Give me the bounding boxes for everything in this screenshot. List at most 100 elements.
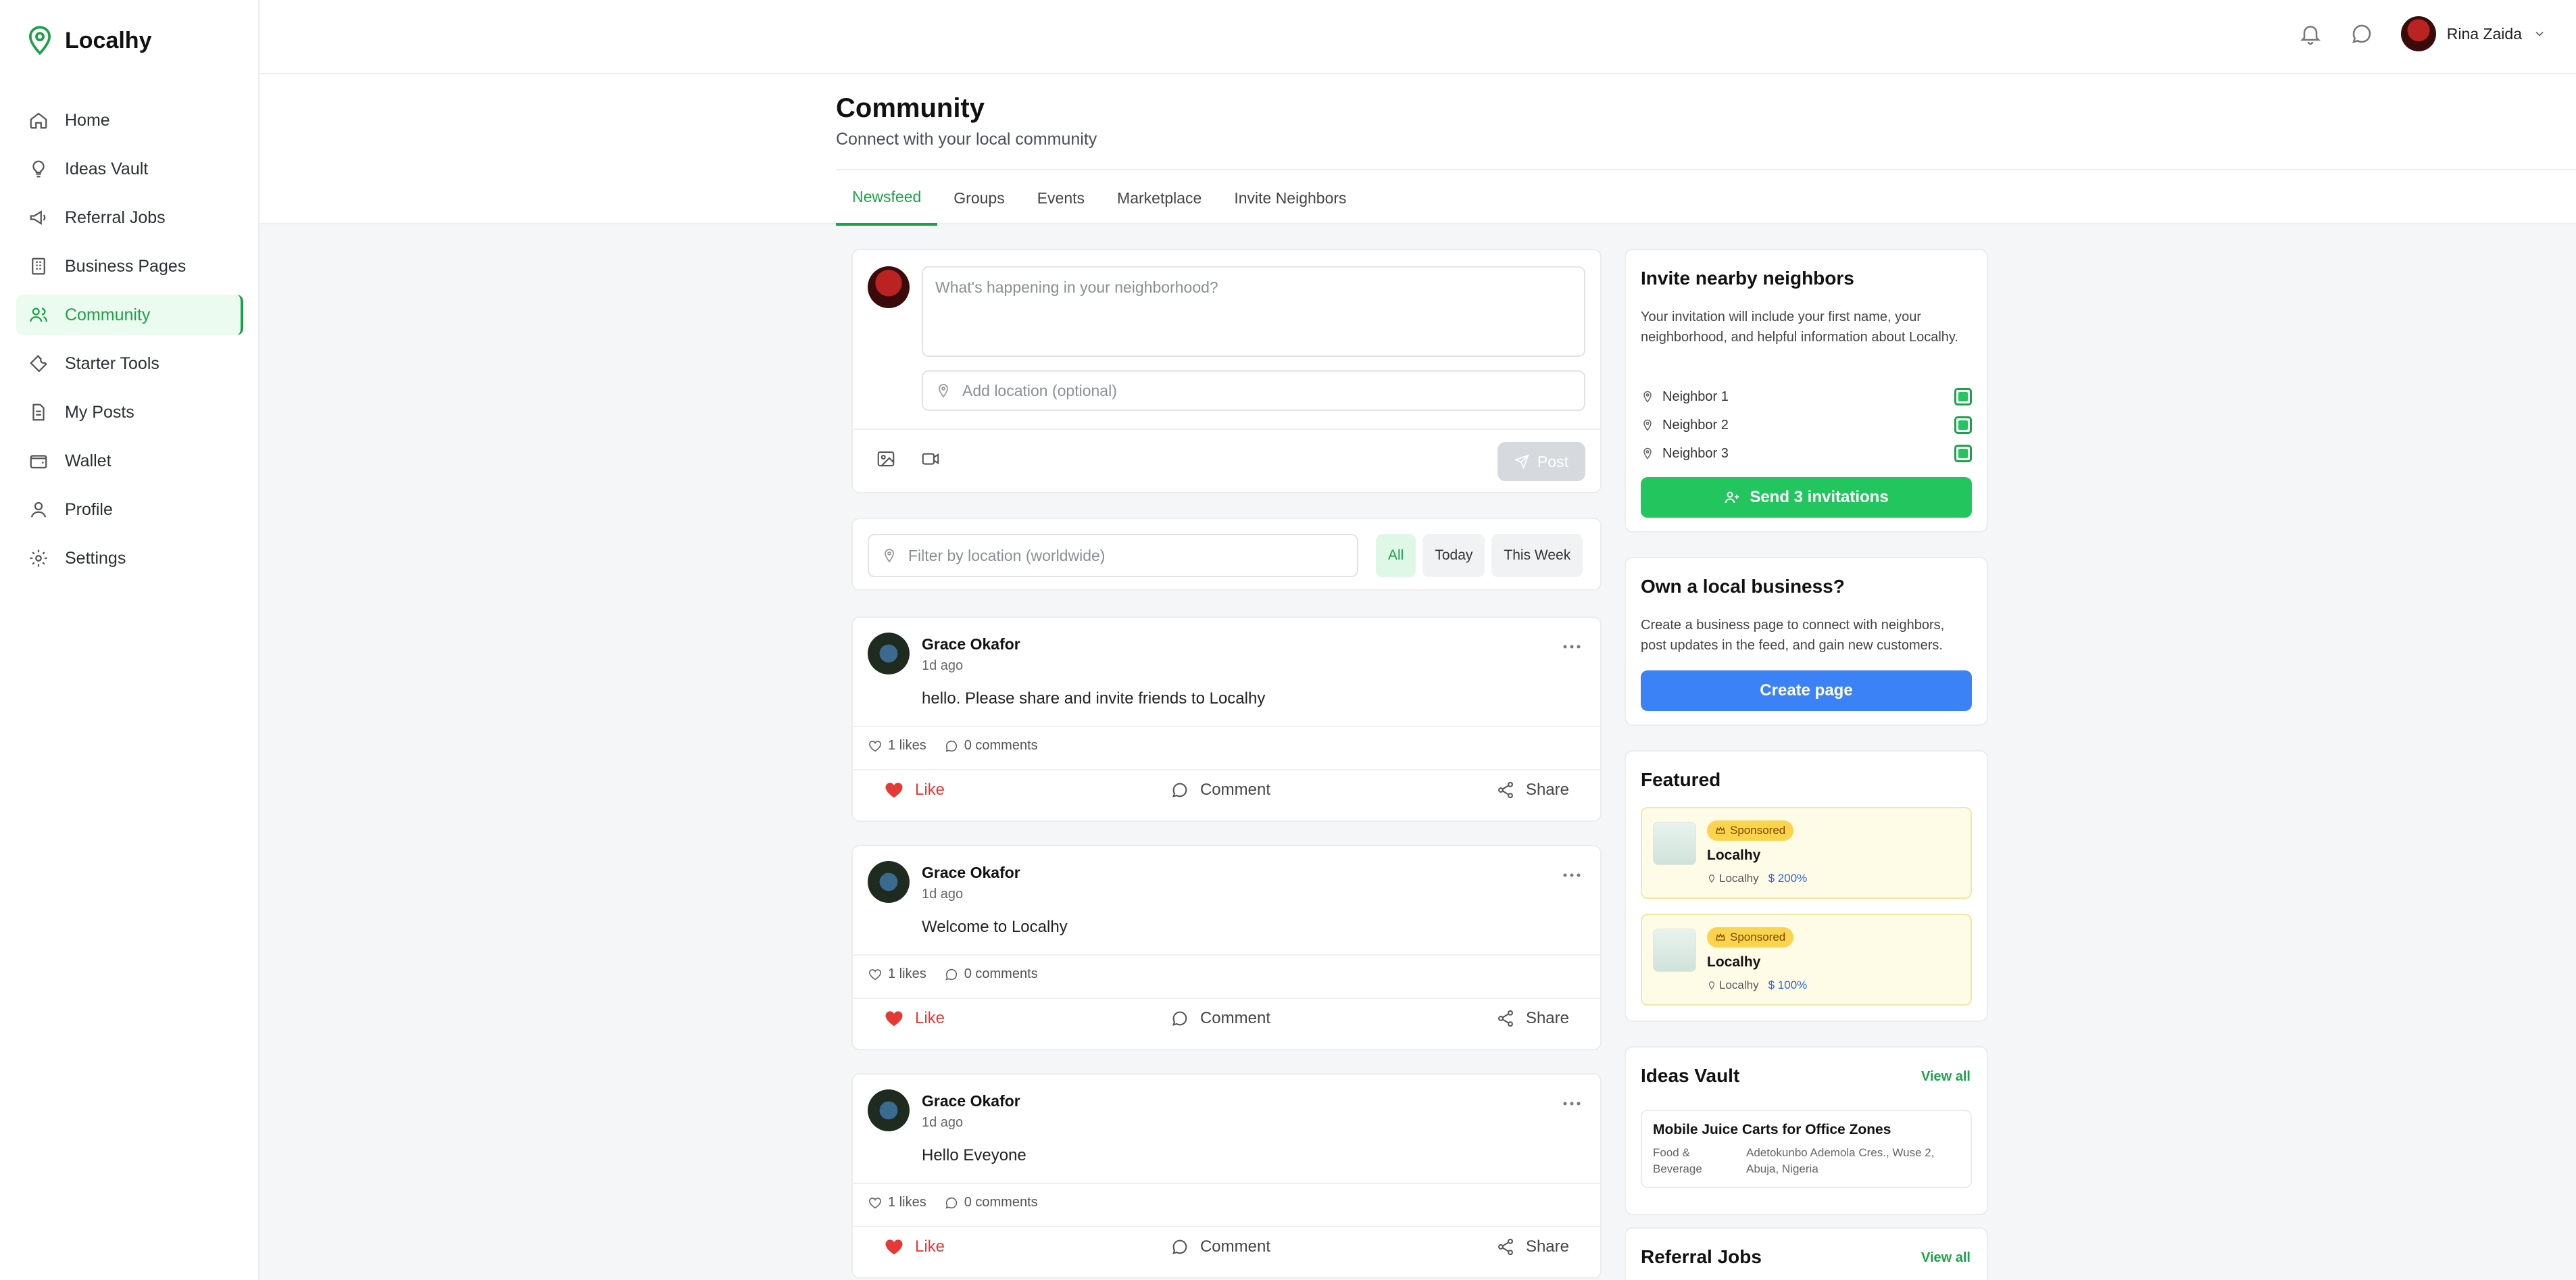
idea-item[interactable]: Mobile Juice Carts for Office Zones Food… bbox=[1641, 1110, 1972, 1188]
featured-item[interactable]: Sponsored Localhy Localhy $ 200% bbox=[1641, 807, 1972, 899]
sidebar-item-referral-jobs[interactable]: Referral Jobs bbox=[16, 197, 243, 238]
list-item[interactable]: Neighbor 2 bbox=[1641, 411, 1972, 439]
list-item[interactable]: Neighbor 1 bbox=[1641, 383, 1972, 411]
send-icon bbox=[1514, 454, 1529, 469]
view-all-link[interactable]: View all bbox=[1921, 1069, 1971, 1085]
chevron-down-icon bbox=[2535, 31, 2544, 36]
sidebar-item-label: Profile bbox=[65, 499, 113, 519]
card-title: Referral Jobs bbox=[1641, 1246, 1762, 1267]
comments-count-label: 0 comments bbox=[964, 738, 1038, 753]
comment-button[interactable]: Comment bbox=[1170, 1009, 1270, 1028]
location-filter-field[interactable] bbox=[868, 534, 1358, 577]
share-button[interactable]: Share bbox=[1496, 1237, 1569, 1256]
post-text-input[interactable] bbox=[922, 266, 1585, 357]
sidebar-item-business-pages[interactable]: Business Pages bbox=[16, 246, 243, 287]
list-item[interactable]: Neighbor 3 bbox=[1641, 439, 1972, 468]
bell-icon[interactable] bbox=[2298, 22, 2323, 46]
card-title: Ideas Vault bbox=[1641, 1065, 1740, 1086]
chip-all[interactable]: All bbox=[1376, 534, 1416, 577]
badge-label: Sponsored bbox=[1730, 824, 1786, 837]
post-author[interactable]: Grace Okafor bbox=[922, 1092, 1020, 1110]
sidebar-item-home[interactable]: Home bbox=[16, 100, 243, 141]
like-label: Like bbox=[915, 781, 945, 799]
video-icon[interactable] bbox=[920, 449, 941, 469]
idea-meta: Food & Beverage Adetokunbo Ademola Cres.… bbox=[1653, 1145, 1949, 1177]
post-actions: Like Comment Share bbox=[884, 780, 1569, 800]
chip-today[interactable]: Today bbox=[1422, 534, 1485, 577]
comments-count: 0 comments bbox=[944, 1195, 1038, 1210]
avatar bbox=[2400, 16, 2436, 51]
location-input[interactable] bbox=[962, 381, 1584, 400]
sidebar-item-profile[interactable]: Profile bbox=[16, 489, 243, 530]
create-page-button[interactable]: Create page bbox=[1641, 670, 1972, 711]
like-button[interactable]: Like bbox=[884, 780, 945, 800]
sidebar-item-label: Settings bbox=[65, 548, 126, 568]
share-label: Share bbox=[1525, 1009, 1569, 1027]
post-author[interactable]: Grace Okafor bbox=[922, 864, 1020, 882]
post-button[interactable]: Post bbox=[1497, 442, 1585, 481]
featured-item[interactable]: Sponsored Localhy Localhy $ 100% bbox=[1641, 914, 1972, 1006]
like-button[interactable]: Like bbox=[884, 1008, 945, 1029]
more-options-icon[interactable] bbox=[1562, 643, 1581, 650]
featured-location-label: Localhy bbox=[1719, 979, 1759, 991]
tab-groups[interactable]: Groups bbox=[937, 170, 1020, 226]
sidebar-item-ideas-vault[interactable]: Ideas Vault bbox=[16, 149, 243, 189]
badge-label: Sponsored bbox=[1730, 931, 1786, 943]
avatar bbox=[868, 1089, 910, 1131]
post-timestamp: 1d ago bbox=[922, 887, 964, 902]
comment-icon bbox=[1172, 1239, 1187, 1254]
card-title: Featured bbox=[1641, 769, 1721, 790]
neighbor-checkbox[interactable] bbox=[1954, 388, 1972, 405]
comment-button[interactable]: Comment bbox=[1170, 781, 1270, 799]
featured-location-label: Localhy bbox=[1719, 872, 1759, 885]
tab-marketplace[interactable]: Marketplace bbox=[1101, 170, 1218, 226]
view-all-link[interactable]: View all bbox=[1921, 1250, 1971, 1266]
more-options-icon[interactable] bbox=[1562, 872, 1581, 879]
location-field[interactable] bbox=[922, 370, 1585, 411]
like-label: Like bbox=[915, 1237, 945, 1256]
sidebar-item-wallet[interactable]: Wallet bbox=[16, 441, 243, 481]
map-pin-icon bbox=[939, 384, 948, 398]
wallet-icon bbox=[30, 455, 47, 469]
map-pin-icon bbox=[28, 26, 51, 55]
location-filter-input[interactable] bbox=[908, 546, 1357, 565]
featured-meta: Localhy $ 200% bbox=[1707, 872, 1807, 885]
share-label: Share bbox=[1525, 1237, 1569, 1256]
share-button[interactable]: Share bbox=[1496, 781, 1569, 799]
user-menu[interactable]: Rina Zaida bbox=[2400, 16, 2546, 51]
comments-count: 0 comments bbox=[944, 966, 1038, 982]
featured-thumbnail bbox=[1653, 822, 1696, 865]
chat-icon[interactable] bbox=[2350, 22, 2374, 46]
card-description: Your invitation will include your first … bbox=[1641, 310, 1958, 345]
crown-icon bbox=[1716, 933, 1725, 941]
idea-category: Food & Beverage bbox=[1653, 1146, 1702, 1175]
send-invitations-button[interactable]: Send 3 invitations bbox=[1641, 477, 1972, 518]
like-button[interactable]: Like bbox=[884, 1237, 945, 1257]
sidebar-item-my-posts[interactable]: My Posts bbox=[16, 392, 243, 433]
brand[interactable]: Localhy bbox=[27, 26, 151, 55]
tab-newsfeed[interactable]: Newsfeed bbox=[836, 170, 938, 226]
sidebar-item-label: Home bbox=[65, 110, 110, 130]
image-icon[interactable] bbox=[876, 449, 896, 469]
likes-count: 1 likes bbox=[868, 966, 926, 982]
sidebar-item-community[interactable]: Community bbox=[16, 295, 243, 335]
likes-count: 1 likes bbox=[868, 738, 926, 754]
tab-invite-neighbors[interactable]: Invite Neighbors bbox=[1218, 170, 1362, 226]
sidebar: Localhy Home Ideas Vault Referral Jobs B… bbox=[0, 0, 259, 1280]
neighbor-checkbox[interactable] bbox=[1954, 416, 1972, 434]
comment-button[interactable]: Comment bbox=[1170, 1237, 1270, 1256]
sidebar-item-settings[interactable]: Settings bbox=[16, 538, 243, 579]
post-text: Hello Eveyone bbox=[922, 1146, 1026, 1164]
featured-card: Featured Sponsored Localhy Localhy $ 200… bbox=[1625, 750, 1988, 1022]
post-author[interactable]: Grace Okafor bbox=[922, 635, 1020, 654]
sidebar-item-starter-tools[interactable]: Starter Tools bbox=[16, 343, 243, 384]
user-name: Rina Zaida bbox=[2446, 24, 2522, 43]
tab-events[interactable]: Events bbox=[1021, 170, 1101, 226]
share-button[interactable]: Share bbox=[1496, 1009, 1569, 1028]
map-pin-icon bbox=[885, 549, 894, 563]
post-timestamp: 1d ago bbox=[922, 658, 964, 673]
more-options-icon[interactable] bbox=[1562, 1100, 1581, 1107]
comments-count-label: 0 comments bbox=[964, 966, 1038, 981]
chip-this-week[interactable]: This Week bbox=[1491, 534, 1583, 577]
neighbor-checkbox[interactable] bbox=[1954, 445, 1972, 462]
